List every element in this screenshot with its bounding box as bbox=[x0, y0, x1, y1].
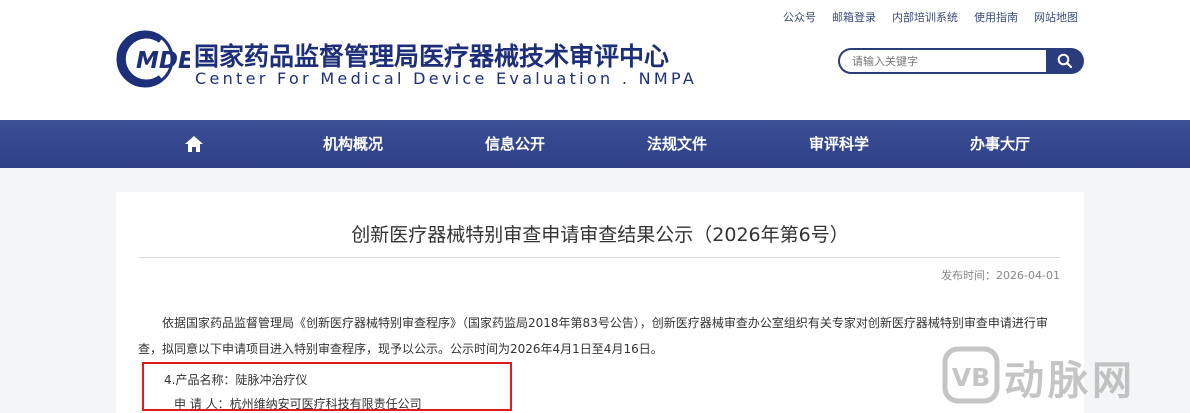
applicant: 申 请 人：杭州维纳安可医疗科技有限责任公司 bbox=[174, 397, 422, 411]
main-nav: 机构概况 信息公开 法规文件 审评科学 办事大厅 bbox=[0, 120, 1190, 168]
article-panel: 创新医疗器械特别审查申请审查结果公示（2026年第6号） 发布时间：2026-0… bbox=[116, 192, 1084, 413]
logo-text: MDE bbox=[136, 48, 190, 74]
home-icon[interactable] bbox=[183, 133, 205, 155]
site-title-cn: 国家药品监督管理局医疗器械技术审评中心 bbox=[194, 42, 670, 71]
watermark-text: 动脉网 bbox=[1004, 358, 1136, 404]
search-input[interactable] bbox=[838, 48, 1046, 74]
article-body: 依据国家药品监督管理局《创新医疗器械特别审查程序》（国家药监局2018年第83号… bbox=[138, 316, 1048, 356]
publish-date: 发布时间：2026-04-01 bbox=[941, 269, 1060, 282]
article-title: 创新医疗器械特别审查申请审查结果公示（2026年第6号） bbox=[351, 224, 849, 246]
site-title-en: Center For Medical Device Evaluation . N… bbox=[195, 69, 698, 88]
top-link-sitemap[interactable]: 网站地图 bbox=[1034, 9, 1078, 25]
title-divider bbox=[138, 257, 1060, 258]
nav-item-about[interactable]: 机构概况 bbox=[323, 120, 383, 168]
vb-logo-icon: VB bbox=[942, 346, 1000, 404]
search-icon bbox=[1057, 53, 1073, 69]
cmde-logo-icon[interactable]: MDE bbox=[116, 30, 190, 88]
top-link-email-login[interactable]: 邮箱登录 bbox=[832, 9, 876, 25]
top-link-training-system[interactable]: 内部培训系统 bbox=[892, 9, 958, 25]
search-button[interactable] bbox=[1046, 48, 1084, 74]
top-link-wechat[interactable]: 公众号 bbox=[783, 9, 816, 25]
nav-item-info-disclosure[interactable]: 信息公开 bbox=[485, 120, 545, 168]
nav-item-service-hall[interactable]: 办事大厅 bbox=[970, 120, 1030, 168]
site-header: 公众号 邮箱登录 内部培训系统 使用指南 网站地图 MDE 国家药品监督管理局医… bbox=[0, 0, 1190, 120]
product-name: 4.产品名称：陡脉冲治疗仪 bbox=[164, 373, 308, 387]
top-links: 公众号 邮箱登录 内部培训系统 使用指南 网站地图 bbox=[783, 9, 1078, 25]
nav-item-regulations[interactable]: 法规文件 bbox=[647, 120, 707, 168]
svg-text:VB: VB bbox=[952, 363, 990, 392]
watermark: VB 动脉网 bbox=[940, 340, 1190, 413]
nav-item-review-science[interactable]: 审评科学 bbox=[809, 120, 869, 168]
search-box bbox=[838, 48, 1084, 74]
top-link-user-guide[interactable]: 使用指南 bbox=[974, 9, 1018, 25]
